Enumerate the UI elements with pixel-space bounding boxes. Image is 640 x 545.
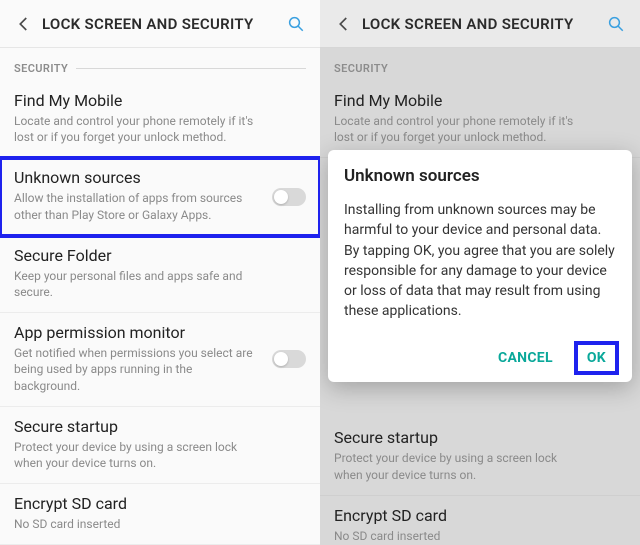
search-icon	[607, 15, 625, 33]
item-title: Unknown sources	[14, 168, 306, 187]
section-label: SECURITY	[334, 62, 388, 75]
item-title: Secure Folder	[14, 246, 306, 265]
chevron-left-icon	[335, 15, 353, 33]
item-desc: Allow the installation of apps from sour…	[14, 190, 306, 222]
item-app-permission-monitor[interactable]: App permission monitor Get notified when…	[0, 313, 320, 407]
item-desc: Protect your device by using a screen lo…	[334, 450, 626, 482]
item-desc: No SD card inserted	[14, 516, 306, 532]
item-find-my-mobile[interactable]: Find My Mobile Locate and control your p…	[0, 81, 320, 158]
page-title: LOCK SCREEN AND SECURITY	[358, 15, 602, 33]
search-button[interactable]	[282, 10, 310, 38]
back-button[interactable]	[330, 10, 358, 38]
item-find-my-mobile[interactable]: Find My Mobile Locate and control your p…	[320, 81, 640, 158]
app-permission-toggle[interactable]	[272, 350, 306, 368]
section-header: SECURITY	[320, 48, 640, 81]
ok-button[interactable]: OK	[577, 344, 616, 372]
page-title: LOCK SCREEN AND SECURITY	[38, 15, 282, 33]
app-header: LOCK SCREEN AND SECURITY	[320, 0, 640, 48]
screen-right: LOCK SCREEN AND SECURITY SECURITY Find M…	[320, 0, 640, 545]
item-desc: Protect your device by using a screen lo…	[14, 439, 306, 471]
item-encrypt-sd[interactable]: Encrypt SD card No SD card inserted	[320, 496, 640, 545]
dialog-actions: CANCEL OK	[344, 344, 616, 372]
item-unknown-sources[interactable]: Unknown sources Allow the installation o…	[0, 158, 320, 235]
item-secure-startup[interactable]: Secure startup Protect your device by us…	[320, 418, 640, 495]
unknown-sources-dialog: Unknown sources Installing from unknown …	[328, 150, 632, 382]
item-encrypt-sd[interactable]: Encrypt SD card No SD card inserted	[0, 484, 320, 545]
back-button[interactable]	[10, 10, 38, 38]
item-desc: Locate and control your phone remotely i…	[334, 113, 626, 145]
item-desc: Locate and control your phone remotely i…	[14, 113, 306, 145]
unknown-sources-toggle[interactable]	[272, 188, 306, 206]
item-desc: Keep your personal files and apps safe a…	[14, 268, 306, 300]
item-title: Secure startup	[334, 428, 626, 447]
dialog-title: Unknown sources	[344, 166, 616, 186]
cancel-button[interactable]: CANCEL	[488, 344, 563, 372]
item-desc: No SD card inserted	[334, 528, 626, 544]
item-title: Secure startup	[14, 417, 306, 436]
section-rule	[396, 68, 626, 69]
section-header: SECURITY	[0, 48, 320, 81]
search-button[interactable]	[602, 10, 630, 38]
screen-left: LOCK SCREEN AND SECURITY SECURITY Find M…	[0, 0, 320, 545]
section-label: SECURITY	[14, 62, 68, 75]
item-title: Find My Mobile	[334, 91, 626, 110]
item-desc: Get notified when permissions you select…	[14, 345, 306, 394]
app-header: LOCK SCREEN AND SECURITY	[0, 0, 320, 48]
section-rule	[76, 68, 306, 69]
item-title: Encrypt SD card	[334, 506, 626, 525]
search-icon	[287, 15, 305, 33]
dialog-body: Installing from unknown sources may be h…	[344, 200, 616, 322]
item-secure-folder[interactable]: Secure Folder Keep your personal files a…	[0, 236, 320, 313]
item-title: App permission monitor	[14, 323, 306, 342]
item-title: Encrypt SD card	[14, 494, 306, 513]
item-title: Find My Mobile	[14, 91, 306, 110]
chevron-left-icon	[15, 15, 33, 33]
item-secure-startup[interactable]: Secure startup Protect your device by us…	[0, 407, 320, 484]
